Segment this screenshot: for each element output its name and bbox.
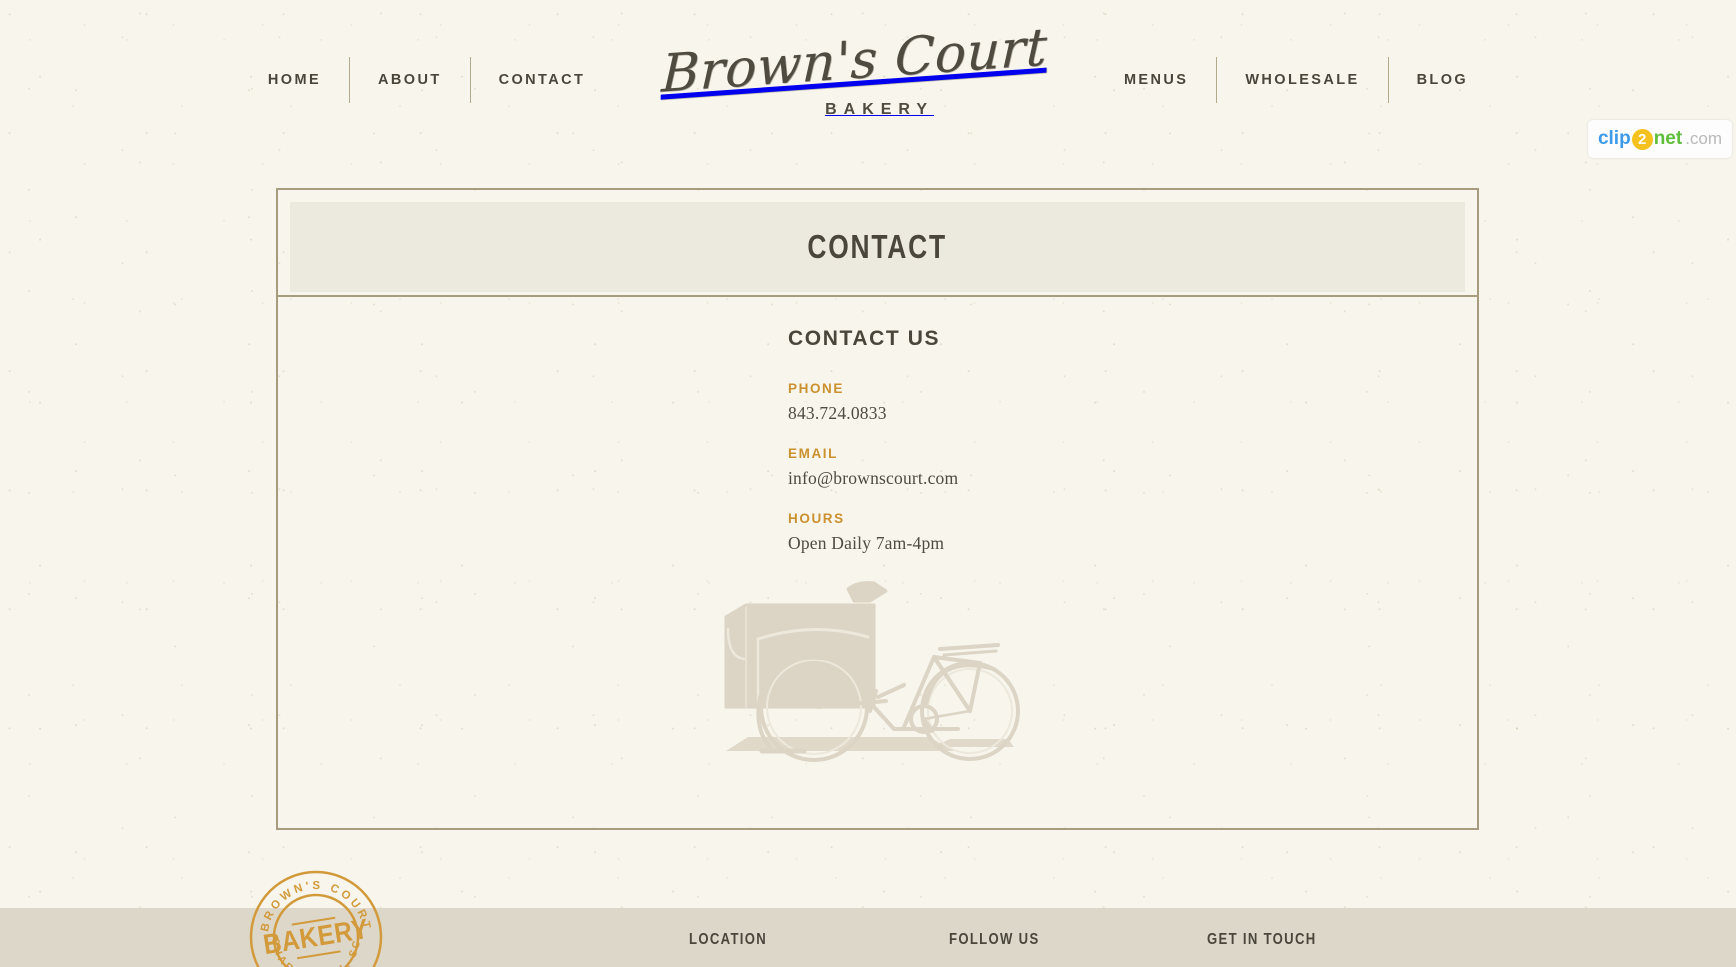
- contact-field-phone: PHONE 843.724.0833: [788, 381, 1088, 424]
- page-title-bar: CONTACT: [290, 202, 1465, 292]
- main-navigation: HOME ABOUT CONTACT Brown's Court BAKERY …: [0, 0, 1736, 160]
- contact-field-email: EMAIL info@brownscourt.com: [788, 446, 1088, 489]
- page-root: HOME ABOUT CONTACT Brown's Court BAKERY …: [0, 0, 1736, 967]
- watermark-two-badge: 2: [1631, 128, 1653, 150]
- watermark-net-text: net: [1653, 128, 1683, 149]
- watermark-com-text: .com: [1685, 129, 1723, 148]
- nav-group-left: HOME ABOUT CONTACT: [240, 57, 613, 103]
- phone-value[interactable]: 843.724.0833: [788, 403, 1088, 424]
- contact-details-column: CONTACT US PHONE 843.724.0833 EMAIL info…: [788, 327, 1088, 554]
- logo-subtitle-text: BAKERY: [825, 101, 935, 118]
- badge-seal-icon: BROWN'S COURT CHARLESTON, SC BAKERY: [249, 870, 383, 967]
- clip2net-watermark: clip 2 net .com: [1588, 120, 1732, 158]
- nav-item-wholesale[interactable]: WHOLESALE: [1217, 72, 1387, 88]
- nav-item-home[interactable]: HOME: [240, 72, 349, 88]
- content-frame: CONTACT CONTACT US PHONE 843.724.0833 EM…: [276, 188, 1479, 830]
- footer-heading-location: LOCATION: [689, 931, 768, 948]
- cargo-bike-illustration: [718, 579, 1038, 774]
- nav-item-contact[interactable]: CONTACT: [471, 72, 614, 88]
- hours-value: Open Daily 7am-4pm: [788, 533, 945, 553]
- hours-label: HOURS: [788, 511, 845, 526]
- contact-us-heading: CONTACT US: [788, 327, 941, 350]
- email-value[interactable]: info@brownscourt.com: [788, 468, 1088, 489]
- nav-item-menus[interactable]: MENUS: [1096, 72, 1216, 88]
- phone-label: PHONE: [788, 381, 845, 396]
- watermark-clip-text: clip: [1597, 128, 1631, 149]
- nav-group-right: MENUS WHOLESALE BLOG: [1096, 57, 1496, 103]
- footer-heading-get-in-touch: GET IN TOUCH: [1207, 931, 1317, 948]
- site-header: HOME ABOUT CONTACT Brown's Court BAKERY …: [0, 0, 1736, 160]
- logo-script-text: Brown's Court: [660, 17, 1049, 105]
- footer-heading-follow-us: FOLLOW US: [949, 931, 1040, 948]
- email-label: EMAIL: [788, 446, 838, 461]
- nav-item-blog[interactable]: BLOG: [1389, 72, 1497, 88]
- contact-section: CONTACT US PHONE 843.724.0833 EMAIL info…: [278, 297, 1477, 828]
- contact-field-hours: HOURS Open Daily 7am-4pm: [788, 511, 1088, 554]
- site-logo[interactable]: Brown's Court BAKERY: [613, 17, 1096, 119]
- bakery-badge-stamp: BROWN'S COURT CHARLESTON, SC BAKERY: [248, 869, 384, 967]
- nav-item-about[interactable]: ABOUT: [350, 72, 470, 88]
- cargo-bike-icon: [724, 581, 1020, 762]
- page-title: CONTACT: [807, 228, 948, 265]
